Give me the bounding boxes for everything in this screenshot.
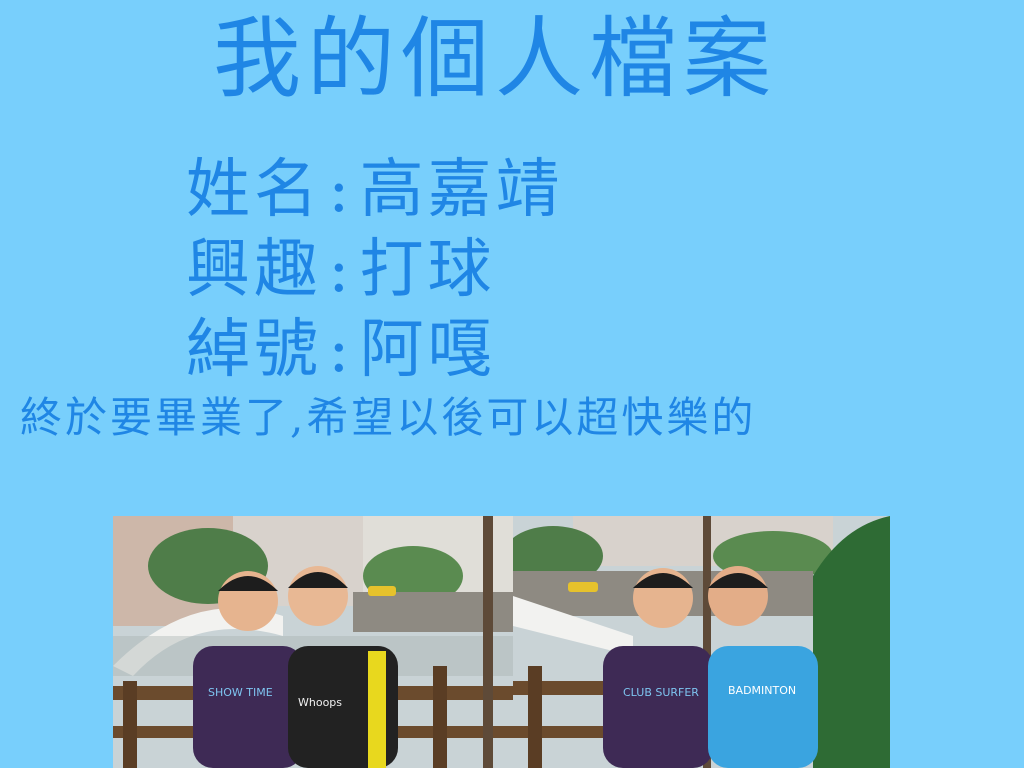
photo-left: SHOW TIME Whoops — [113, 516, 513, 768]
profile-hobby-row: 興趣:打球 — [186, 230, 564, 310]
profile-list: 姓名:高嘉靖 興趣:打球 綽號:阿嘎 — [186, 150, 564, 390]
profile-nickname-label: 綽號 — [186, 313, 322, 387]
profile-nickname-row: 綽號:阿嘎 — [186, 310, 564, 390]
shirt-text-left-2: CLUB SURFER — [623, 686, 699, 699]
page-title: 我的個人檔案 — [212, 7, 777, 110]
shirt-text-left: SHOW TIME — [208, 686, 273, 699]
profile-hobby-label: 興趣 — [186, 233, 322, 307]
graduation-message: 終於要畢業了,希望以後可以超快樂的 — [20, 393, 757, 442]
profile-hobby-value: 打球 — [359, 233, 496, 307]
profile-name-label: 姓名 — [186, 153, 322, 227]
profile-separator: : — [328, 313, 354, 387]
photo-left-image: SHOW TIME Whoops — [113, 516, 513, 768]
shirt-text-right-2: BADMINTON — [728, 684, 796, 697]
profile-separator: : — [328, 153, 354, 227]
profile-separator: : — [328, 233, 354, 307]
shirt-text-right: Whoops — [298, 696, 342, 709]
profile-nickname-value: 阿嘎 — [359, 313, 496, 387]
photo-right: CLUB SURFER BADMINTON — [513, 516, 890, 768]
profile-name-value: 高嘉靖 — [359, 153, 564, 227]
profile-name-row: 姓名:高嘉靖 — [186, 150, 564, 230]
photo-right-image: CLUB SURFER BADMINTON — [513, 516, 890, 768]
